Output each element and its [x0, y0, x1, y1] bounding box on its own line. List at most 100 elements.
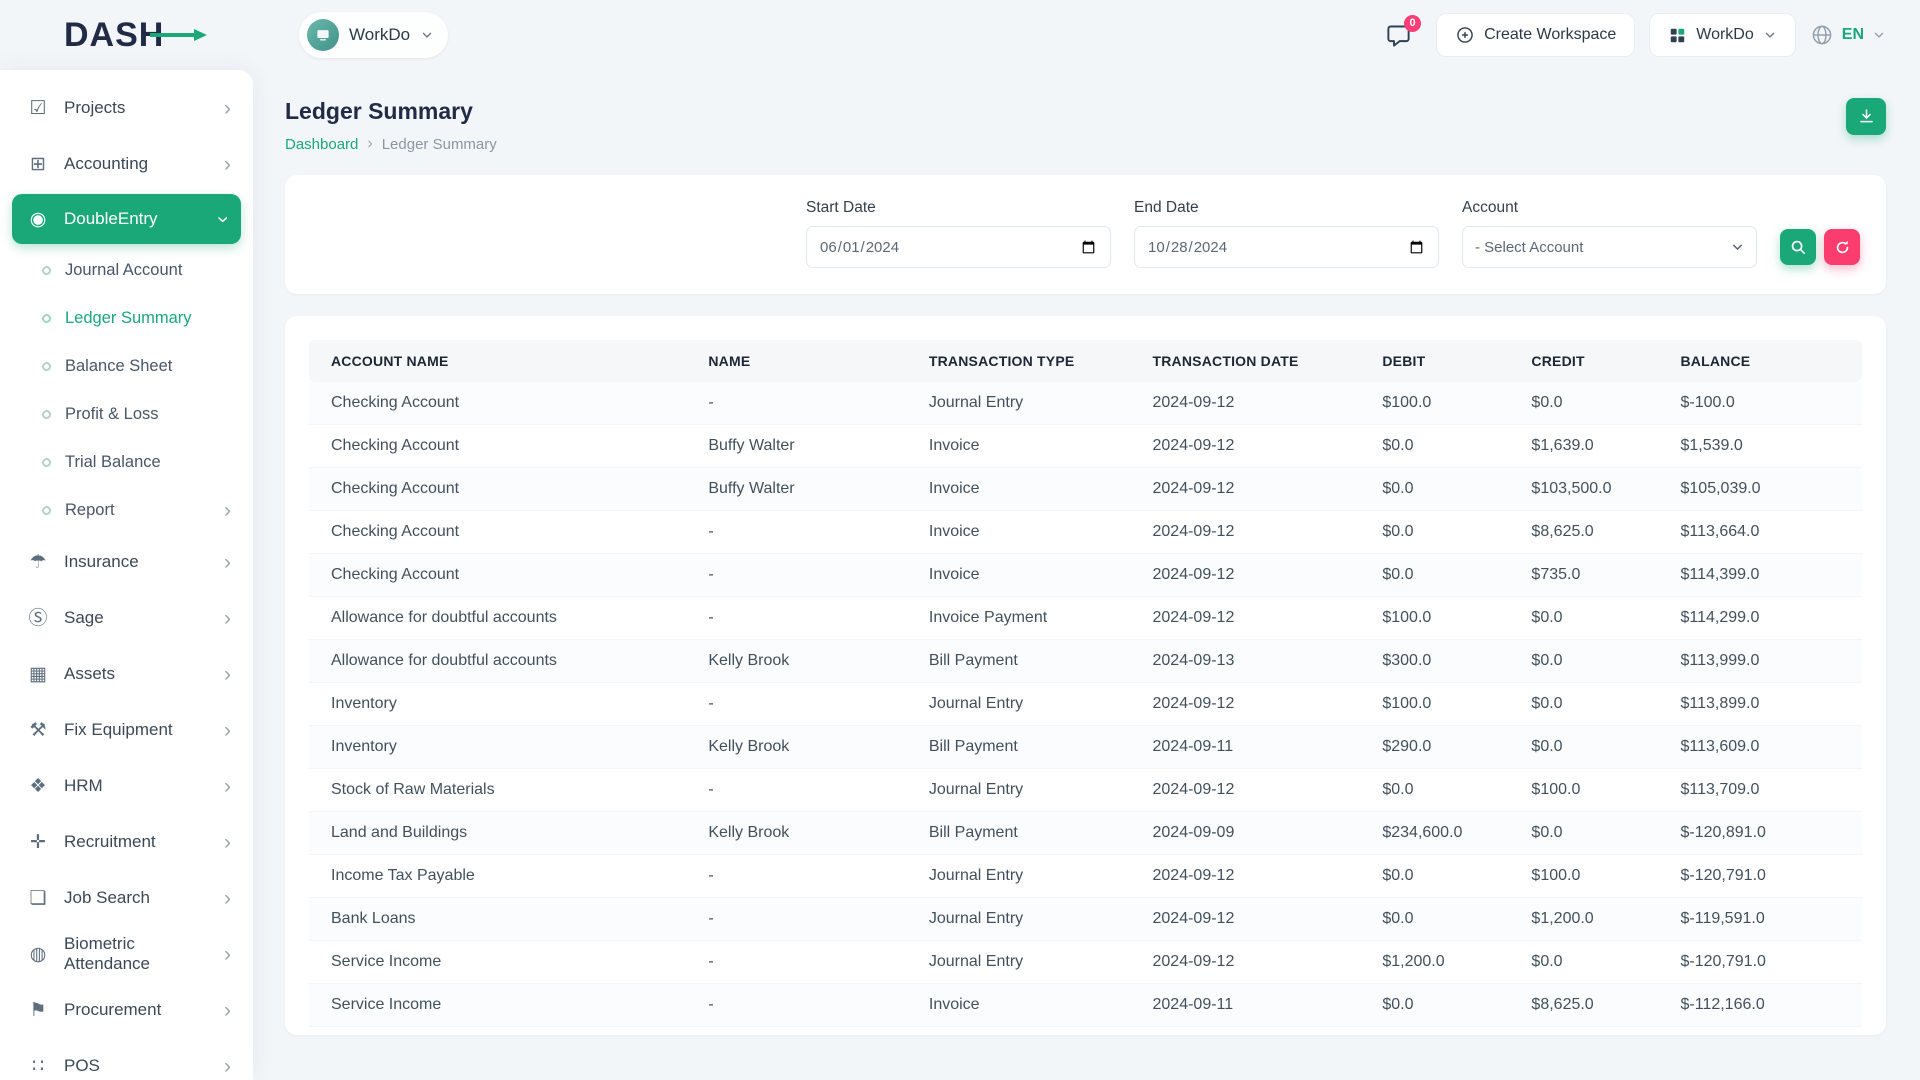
column-header: BALANCE: [1673, 340, 1863, 382]
sidebar-subitem-journal-account[interactable]: Journal Account: [0, 246, 253, 294]
sage-icon: Ⓢ: [26, 609, 50, 628]
sidebar-subitem-balance-sheet[interactable]: Balance Sheet: [0, 342, 253, 390]
procurement-icon: ⚑: [26, 1001, 50, 1020]
sidebar-item-doubleentry[interactable]: ◉DoubleEntry›: [12, 194, 241, 244]
table-row: Stock of Raw Materials-Journal Entry2024…: [309, 769, 1862, 812]
assets-icon: ▦: [26, 665, 50, 684]
table-row: Bank Loans-Journal Entry2024-09-12$0.0$1…: [309, 898, 1862, 941]
sidebar-item-insurance[interactable]: ☂Insurance›: [0, 534, 253, 590]
end-date-input[interactable]: [1134, 226, 1439, 268]
chevron-right-icon: ›: [224, 888, 231, 909]
accounting-icon: ⊞: [26, 155, 50, 174]
sidebar-item-pos[interactable]: ∷POS›: [0, 1038, 253, 1080]
sidebar-item-procurement[interactable]: ⚑Procurement›: [0, 982, 253, 1038]
start-date-input[interactable]: [806, 226, 1111, 268]
table-row: Checking Account-Invoice2024-09-12$0.0$8…: [309, 511, 1862, 554]
brand-logo[interactable]: DASH: [64, 16, 285, 55]
job-search-icon: ❏: [26, 889, 50, 908]
chevron-down-icon: ›: [213, 216, 234, 223]
start-date-field: Start Date: [806, 199, 1111, 268]
page-title: Ledger Summary: [285, 98, 497, 125]
plus-circle-icon: [1455, 25, 1475, 45]
chevron-right-icon: ›: [224, 500, 231, 521]
workdo-menu-button[interactable]: WorkDo: [1649, 13, 1796, 57]
main-content: Ledger Summary Dashboard › Ledger Summar…: [253, 70, 1920, 1035]
projects-icon: ☑: [26, 99, 50, 118]
globe-icon: [1810, 23, 1834, 47]
workspace-label: WorkDo: [349, 25, 410, 45]
create-workspace-button[interactable]: Create Workspace: [1436, 13, 1635, 57]
bullet-icon: [42, 314, 51, 323]
sidebar-item-job-search[interactable]: ❏Job Search›: [0, 870, 253, 926]
sidebar-item-assets[interactable]: ▦Assets›: [0, 646, 253, 702]
reset-icon: [1834, 239, 1851, 256]
messages-button[interactable]: 0: [1385, 22, 1412, 49]
column-header: ACCOUNT NAME: [309, 340, 700, 382]
chevron-right-icon: ›: [224, 154, 231, 175]
chevron-down-icon: [1872, 28, 1886, 42]
chevron-down-icon: [1763, 28, 1777, 42]
sidebar-item-recruitment[interactable]: ✛Recruitment›: [0, 814, 253, 870]
chevron-down-icon: [420, 28, 434, 42]
create-workspace-label: Create Workspace: [1484, 26, 1616, 44]
bullet-icon: [42, 458, 51, 467]
language-selector[interactable]: EN: [1810, 23, 1886, 47]
sidebar-item-hrm[interactable]: ❖HRM›: [0, 758, 253, 814]
table-row: Land and BuildingsKelly BrookBill Paymen…: [309, 812, 1862, 855]
sidebar-item-projects[interactable]: ☑Projects›: [0, 80, 253, 136]
chevron-right-icon: ›: [224, 664, 231, 685]
messages-badge: 0: [1404, 15, 1421, 32]
workspace-avatar-icon: [307, 19, 339, 51]
chevron-right-icon: ›: [224, 98, 231, 119]
column-header: DEBIT: [1374, 340, 1523, 382]
sidebar-subitem-ledger-summary[interactable]: Ledger Summary: [0, 294, 253, 342]
table-row: Allowance for doubtful accountsKelly Bro…: [309, 640, 1862, 683]
pos-icon: ∷: [26, 1057, 50, 1076]
workdo-menu-label: WorkDo: [1696, 26, 1754, 44]
table-row: Allowance for doubtful accounts-Invoice …: [309, 597, 1862, 640]
workspace-switcher[interactable]: WorkDo: [299, 12, 448, 58]
account-select[interactable]: - Select Account: [1462, 226, 1757, 268]
account-label: Account: [1462, 199, 1757, 217]
start-date-label: Start Date: [806, 199, 1111, 217]
end-date-label: End Date: [1134, 199, 1439, 217]
table-row: Income Tax Payable-Journal Entry2024-09-…: [309, 855, 1862, 898]
fix-equipment-icon: ⚒: [26, 721, 50, 740]
hrm-icon: ❖: [26, 777, 50, 796]
recruitment-icon: ✛: [26, 833, 50, 852]
chevron-right-icon: ›: [224, 1056, 231, 1077]
ledger-table: ACCOUNT NAMENAMETRANSACTION TYPETRANSACT…: [309, 340, 1862, 1027]
breadcrumb-separator-icon: ›: [367, 135, 372, 153]
chevron-right-icon: ›: [224, 776, 231, 797]
breadcrumb-current: Ledger Summary: [382, 136, 497, 153]
grid-icon: [1668, 26, 1687, 45]
sidebar-item-accounting[interactable]: ⊞Accounting›: [0, 136, 253, 192]
table-body: Checking Account-Journal Entry2024-09-12…: [309, 382, 1862, 1027]
reset-button[interactable]: [1824, 229, 1860, 265]
bullet-icon: [42, 410, 51, 419]
sidebar-nav: ☑Projects›⊞Accounting›◉DoubleEntry›Journ…: [0, 70, 253, 1080]
filter-card: Start Date End Date Account - Select Acc…: [285, 175, 1886, 294]
bullet-icon: [42, 362, 51, 371]
column-header: TRANSACTION TYPE: [921, 340, 1145, 382]
sidebar-subitem-profit-loss[interactable]: Profit & Loss: [0, 390, 253, 438]
biometric-icon: ◍: [26, 945, 50, 964]
double-entry-icon: ◉: [26, 210, 50, 229]
sidebar-subitem-report[interactable]: Report›: [0, 486, 253, 534]
search-button[interactable]: [1780, 229, 1816, 265]
chevron-right-icon: ›: [224, 608, 231, 629]
sidebar-item-biometric-attendance[interactable]: ◍Biometric Attendance›: [0, 926, 253, 982]
breadcrumb-dashboard-link[interactable]: Dashboard: [285, 136, 358, 153]
table-row: Service Income-Invoice2024-09-11$0.0$8,6…: [309, 984, 1862, 1027]
table-row: InventoryKelly BrookBill Payment2024-09-…: [309, 726, 1862, 769]
sidebar-subitem-trial-balance[interactable]: Trial Balance: [0, 438, 253, 486]
table-row: Service Income-Journal Entry2024-09-12$1…: [309, 941, 1862, 984]
sidebar: ☑Projects›⊞Accounting›◉DoubleEntry›Journ…: [0, 70, 253, 1080]
chevron-right-icon: ›: [224, 552, 231, 573]
table-row: Inventory-Journal Entry2024-09-12$100.0$…: [309, 683, 1862, 726]
sidebar-item-fix-equipment[interactable]: ⚒Fix Equipment›: [0, 702, 253, 758]
chevron-right-icon: ›: [224, 1000, 231, 1021]
download-button[interactable]: [1846, 98, 1886, 135]
table-row: Checking Account-Journal Entry2024-09-12…: [309, 382, 1862, 425]
sidebar-item-sage[interactable]: ⓈSage›: [0, 590, 253, 646]
